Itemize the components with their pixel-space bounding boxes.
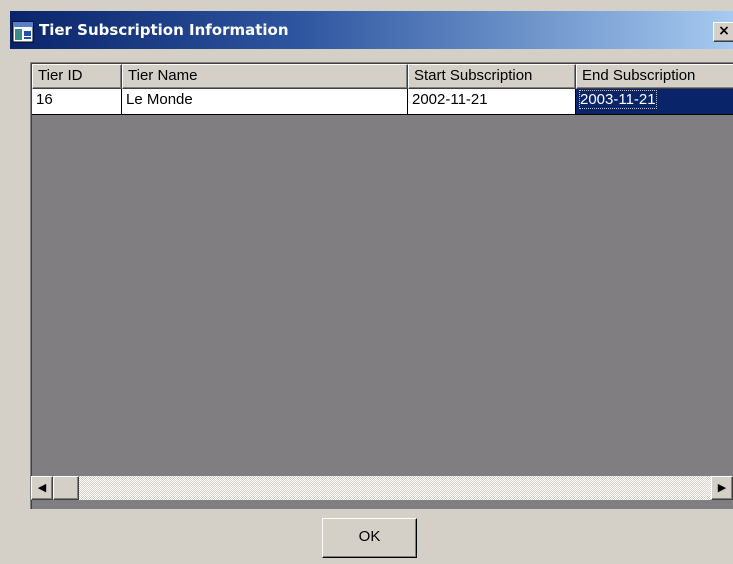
cell-start-subscription[interactable]: 2002-11-21 <box>408 89 576 115</box>
column-header-end-subscription[interactable]: End Subscription <box>576 64 733 89</box>
scrollbar-thumb[interactable] <box>53 476 79 500</box>
cell-tier-name[interactable]: Le Monde <box>122 89 408 115</box>
tier-subscription-dialog: Tier Subscription Information × Tier ID … <box>0 0 733 564</box>
scroll-left-button[interactable]: ◀ <box>31 476 53 500</box>
close-icon: × <box>718 23 730 39</box>
column-header-tier-id[interactable]: Tier ID <box>32 64 122 89</box>
close-button[interactable]: × <box>713 22 733 42</box>
cell-end-subscription-value: 2003-11-21 <box>579 90 657 109</box>
table-row[interactable]: 16 Le Monde 2002-11-21 2003-11-21 <box>32 89 733 115</box>
window-title: Tier Subscription Information <box>39 21 289 39</box>
scroll-left-arrow-icon: ◀ <box>37 481 47 494</box>
column-header-tier-name[interactable]: Tier Name <box>122 64 408 89</box>
app-window-icon <box>12 21 34 43</box>
cell-end-subscription[interactable]: 2003-11-21 <box>576 89 733 115</box>
column-header-start-subscription[interactable]: Start Subscription <box>408 64 576 89</box>
grid-body: Tier ID Tier Name Start Subscription End… <box>31 63 733 509</box>
title-bar[interactable]: Tier Subscription Information × <box>10 11 733 49</box>
grid-header-row: Tier ID Tier Name Start Subscription End… <box>32 64 733 89</box>
horizontal-scrollbar[interactable]: ◀ ▶ <box>31 476 733 500</box>
scroll-right-button[interactable]: ▶ <box>711 476 733 500</box>
subscription-grid[interactable]: Tier ID Tier Name Start Subscription End… <box>30 62 733 509</box>
cell-tier-id[interactable]: 16 <box>32 89 122 115</box>
scroll-right-arrow-icon: ▶ <box>717 481 727 494</box>
ok-button[interactable]: OK <box>322 518 417 558</box>
